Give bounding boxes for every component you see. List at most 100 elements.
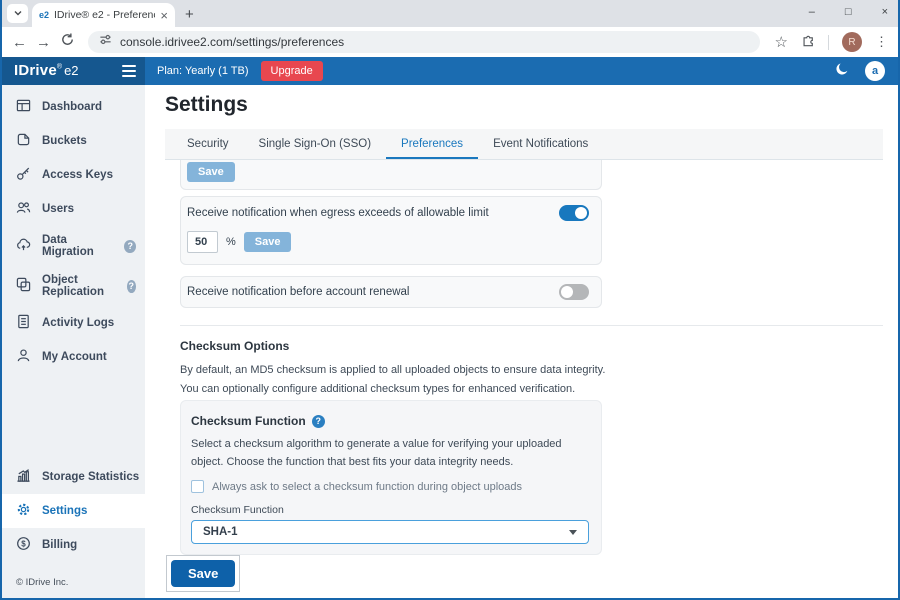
browser-menu-icon[interactable]: ⋮ [875,34,888,50]
sidebar-item-users[interactable]: Users [2,192,145,226]
sidebar-item-label: My Account [42,351,107,363]
sidebar-item-label: Billing [42,539,77,551]
sidebar-item-label: Buckets [42,135,87,147]
egress-label: Receive notification when egress exceeds… [187,207,489,219]
main-content: Settings Security Single Sign-On (SSO) P… [145,85,898,598]
bucket-icon [16,132,31,150]
checksum-function-select[interactable]: SHA-1 [191,520,589,544]
settings-tabbar: Security Single Sign-On (SSO) Preference… [165,129,883,160]
select-caret-icon [569,530,577,535]
logo-text: IDrive [14,62,57,79]
bookmark-star-icon[interactable]: ☆ [775,35,788,50]
site-favicon: e2 [39,10,49,20]
save-button-cropped[interactable]: Save [187,162,235,182]
sidebar-item-label: Settings [42,505,87,517]
sidebar-item-data-migration[interactable]: Data Migration ? [2,226,145,266]
site-info-icon[interactable] [99,33,112,51]
tab-search-button[interactable] [7,4,28,23]
tab-single-sign-on[interactable]: Single Sign-On (SSO) [244,129,387,159]
replication-icon [16,277,31,295]
checksum-function-title: Checksum Function [191,414,306,428]
toggle-knob [561,286,573,298]
checksum-options-description: By default, an MD5 checksum is applied t… [180,361,614,400]
browser-profile-avatar[interactable]: R [842,32,862,52]
account-icon [16,348,31,366]
tab-security[interactable]: Security [172,129,244,159]
page-title: Settings [165,93,248,117]
cropped-settings-card: Save [180,160,602,190]
sidebar-item-my-account[interactable]: My Account [2,340,145,374]
sidebar-spacer [2,374,145,460]
save-button[interactable]: Save [171,560,235,587]
app-header: IDrive®e2 Plan: Yearly (1 TB) Upgrade a [2,57,898,85]
sidebar-item-label: Access Keys [42,169,113,181]
egress-save-button[interactable]: Save [244,232,292,252]
egress-percent-input[interactable] [187,231,218,253]
sidebar-item-activity-logs[interactable]: Activity Logs [2,306,145,340]
url-text: console.idrivee2.com/settings/preference… [120,35,344,49]
sidebar-item-settings[interactable]: Settings [2,494,145,528]
new-tab-icon[interactable]: + [185,7,194,22]
checksum-select-value: SHA-1 [203,526,238,538]
stats-icon [16,468,31,486]
tab-preferences[interactable]: Preferences [386,129,478,159]
logo-suffix: e2 [64,63,78,78]
maximize-icon[interactable]: □ [845,6,852,18]
tab-event-notifications[interactable]: Event Notifications [478,129,603,159]
help-badge-icon[interactable]: ? [124,240,136,253]
checksum-select-label: Checksum Function [191,504,589,516]
billing-icon: $ [16,536,31,554]
help-badge-icon[interactable]: ? [127,280,136,293]
gear-icon [16,502,31,520]
window-close-icon[interactable]: × [882,6,888,18]
account-avatar[interactable]: a [865,61,885,81]
checksum-options-title: Checksum Options [180,339,289,353]
app-logo[interactable]: IDrive®e2 [2,57,145,85]
chevron-down-icon [13,5,23,23]
back-icon[interactable]: ← [12,35,27,50]
toggle-knob [575,207,587,219]
upgrade-button[interactable]: Upgrade [261,61,323,81]
key-icon [16,166,31,184]
reload-icon[interactable] [60,32,75,52]
url-bar[interactable]: console.idrivee2.com/settings/preference… [88,31,760,53]
sidebar-item-label: Dashboard [42,101,102,113]
browser-tab-active[interactable]: e2 IDrive® e2 - Preferences × [32,3,175,27]
sidebar-item-label: Data Migration [42,234,113,258]
sidebar-item-label: Users [42,203,74,215]
minimize-icon[interactable]: – [809,6,815,18]
sidebar-item-dashboard[interactable]: Dashboard [2,90,145,124]
sidebar-item-billing[interactable]: $ Billing [2,528,145,562]
logo-registered-mark: ® [57,64,62,71]
plan-label: Plan: Yearly (1 TB) [157,65,249,77]
always-ask-checkbox-label: Always ask to select a checksum function… [212,481,522,493]
dashboard-icon [16,98,31,116]
sidebar-item-buckets[interactable]: Buckets [2,124,145,158]
renewal-toggle[interactable] [559,284,589,300]
copyright-text: © IDrive Inc. [2,562,145,598]
egress-toggle[interactable] [559,205,589,221]
always-ask-checkbox[interactable] [191,480,204,493]
svg-text:$: $ [21,539,26,548]
dark-mode-moon-icon[interactable] [835,61,850,81]
hamburger-menu-icon[interactable] [122,65,136,77]
sidebar-item-label: Activity Logs [42,317,114,329]
browser-tabstrip: e2 IDrive® e2 - Preferences × + – □ × [2,0,898,27]
renewal-label: Receive notification before account rene… [187,286,409,298]
save-button-focus-ring: Save [166,555,240,592]
renewal-notification-card: Receive notification before account rene… [180,276,602,308]
sidebar-item-access-keys[interactable]: Access Keys [2,158,145,192]
help-question-icon[interactable]: ? [312,415,325,428]
toolbar-divider [828,35,829,50]
tab-close-icon[interactable]: × [160,8,168,23]
sidebar-item-object-replication[interactable]: Object Replication ? [2,266,145,306]
browser-toolbar: ← → console.idrivee2.com/settings/prefer… [2,27,898,57]
sidebar-item-storage-statistics[interactable]: Storage Statistics [2,460,145,494]
checksum-function-description: Select a checksum algorithm to generate … [191,436,589,471]
section-divider [180,325,883,326]
tab-title: IDrive® e2 - Preferences [54,9,155,21]
extensions-puzzle-icon[interactable] [801,33,815,52]
cloud-migration-icon [16,237,31,255]
forward-icon[interactable]: → [36,35,51,50]
checksum-function-card: Checksum Function ? Select a checksum al… [180,400,602,555]
